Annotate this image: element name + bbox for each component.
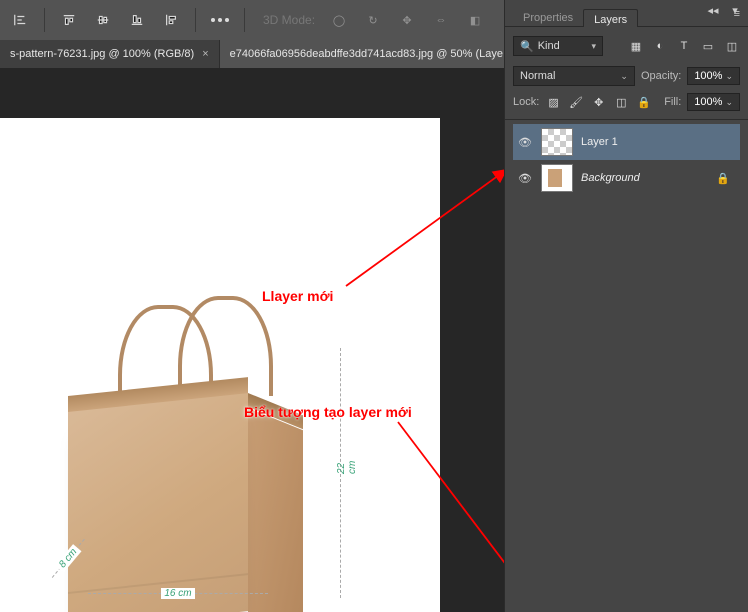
- filter-adjust-icon[interactable]: ◐: [652, 38, 668, 54]
- separator: [195, 8, 196, 32]
- lock-transparent-icon[interactable]: ▨: [545, 93, 562, 111]
- separator: [44, 8, 45, 32]
- divider: [505, 119, 748, 120]
- document-tab-label: s-pattern-76231.jpg @ 100% (RGB/8): [10, 48, 194, 60]
- 3d-pan-icon[interactable]: ✥: [395, 8, 419, 32]
- lock-all-icon[interactable]: 🔒: [636, 93, 653, 111]
- separator: [244, 8, 245, 32]
- dimension-height: 22 cm: [340, 348, 341, 598]
- lock-label: Lock:: [513, 96, 539, 108]
- 3d-mode-label: 3D Mode:: [263, 13, 315, 27]
- dimension-width: 16 cm: [88, 582, 268, 594]
- tab-properties[interactable]: Properties: [513, 8, 583, 26]
- opacity-input[interactable]: 100%⌄: [687, 67, 740, 85]
- more-options-icon[interactable]: [208, 8, 232, 32]
- lock-icon: 🔒: [716, 172, 730, 185]
- filter-shape-icon[interactable]: ▭: [700, 38, 716, 54]
- search-icon: 🔍: [520, 40, 534, 53]
- lock-image-icon[interactable]: 🖌: [568, 93, 585, 111]
- layer-thumbnail[interactable]: [541, 128, 573, 156]
- blend-row: Normal ⌄ Opacity: 100%⌄: [513, 63, 740, 89]
- distribute-top-icon[interactable]: [57, 8, 81, 32]
- annotation-new-layer-icon: Biểu tượng tạo layer mới: [244, 404, 412, 420]
- lock-position-icon[interactable]: ✥: [590, 93, 607, 111]
- panel-window-controls: ◂◂ ▾: [700, 4, 748, 17]
- blend-mode-select[interactable]: Normal ⌄: [513, 66, 635, 86]
- 3d-orbit-icon[interactable]: ◯: [327, 8, 351, 32]
- 3d-roll-icon[interactable]: ↻: [361, 8, 385, 32]
- opacity-label: Opacity:: [641, 70, 681, 82]
- tab-layers[interactable]: Layers: [583, 9, 638, 27]
- blend-mode-value: Normal: [520, 70, 555, 82]
- canvas[interactable]: 16 cm 8 cm 22 cm: [0, 118, 440, 612]
- fill-label: Fill:: [664, 96, 681, 108]
- layer-name[interactable]: Layer 1: [581, 136, 618, 148]
- panel-close-icon[interactable]: ▾: [728, 4, 742, 17]
- distribute-vcenter-icon[interactable]: [91, 8, 115, 32]
- filter-type-icon[interactable]: T: [676, 38, 692, 54]
- layer-filter-icons: ▦ ◐ T ▭ ◫: [628, 38, 740, 54]
- chevron-down-icon: ▾: [591, 41, 596, 52]
- distribute-bottom-icon[interactable]: [125, 8, 149, 32]
- layer-thumbnail[interactable]: [541, 164, 573, 192]
- document-tab-2[interactable]: e74066fa06956deabdffe3dd741acd83.jpg @ 5…: [220, 40, 514, 68]
- layer-filter-kind[interactable]: 🔍 Kind ▾: [513, 36, 603, 56]
- filter-pixel-icon[interactable]: ▦: [628, 38, 644, 54]
- filter-row: 🔍 Kind ▾ ▦ ◐ T ▭ ◫: [513, 33, 740, 59]
- visibility-toggle-icon[interactable]: 👁: [517, 136, 533, 149]
- layers-panel: ◂◂ ▾ Properties Layers ≡ 🔍 Kind ▾ ▦ ◐ T …: [504, 0, 748, 612]
- 3d-slide-icon[interactable]: ⇔: [429, 8, 453, 32]
- close-icon[interactable]: ×: [202, 48, 208, 60]
- chevron-down-icon: ⌄: [620, 71, 628, 82]
- filter-smart-icon[interactable]: ◫: [724, 38, 740, 54]
- paper-bag-image: [68, 350, 308, 612]
- layer-row-background[interactable]: 👁 Background 🔒: [513, 160, 740, 196]
- kind-label: Kind: [538, 40, 560, 52]
- lock-row: Lock: ▨ 🖌 ✥ ◫ 🔒 Fill: 100%⌄: [513, 89, 740, 115]
- panel-collapse-icon[interactable]: ◂◂: [706, 4, 720, 17]
- canvas-area[interactable]: 16 cm 8 cm 22 cm Llayer mới Biểu tượng t…: [0, 68, 504, 612]
- document-tab-1[interactable]: s-pattern-76231.jpg @ 100% (RGB/8) ×: [0, 40, 220, 68]
- annotation-new-layer: Llayer mới: [262, 288, 333, 304]
- layer-row-layer1[interactable]: 👁 Layer 1: [513, 124, 740, 160]
- lock-nesting-icon[interactable]: ◫: [613, 93, 630, 111]
- document-tab-label: e74066fa06956deabdffe3dd741acd83.jpg @ 5…: [230, 48, 503, 60]
- 3d-scale-icon[interactable]: ◧: [463, 8, 487, 32]
- fill-input[interactable]: 100%⌄: [687, 93, 740, 111]
- distribute-left-icon[interactable]: [159, 8, 183, 32]
- panel-body: 🔍 Kind ▾ ▦ ◐ T ▭ ◫ Normal ⌄ Opacity: 100…: [505, 26, 748, 202]
- align-left-edges-icon[interactable]: [8, 8, 32, 32]
- distribute-group: [57, 8, 183, 32]
- visibility-toggle-icon[interactable]: 👁: [517, 172, 533, 185]
- layer-name[interactable]: Background: [581, 172, 640, 184]
